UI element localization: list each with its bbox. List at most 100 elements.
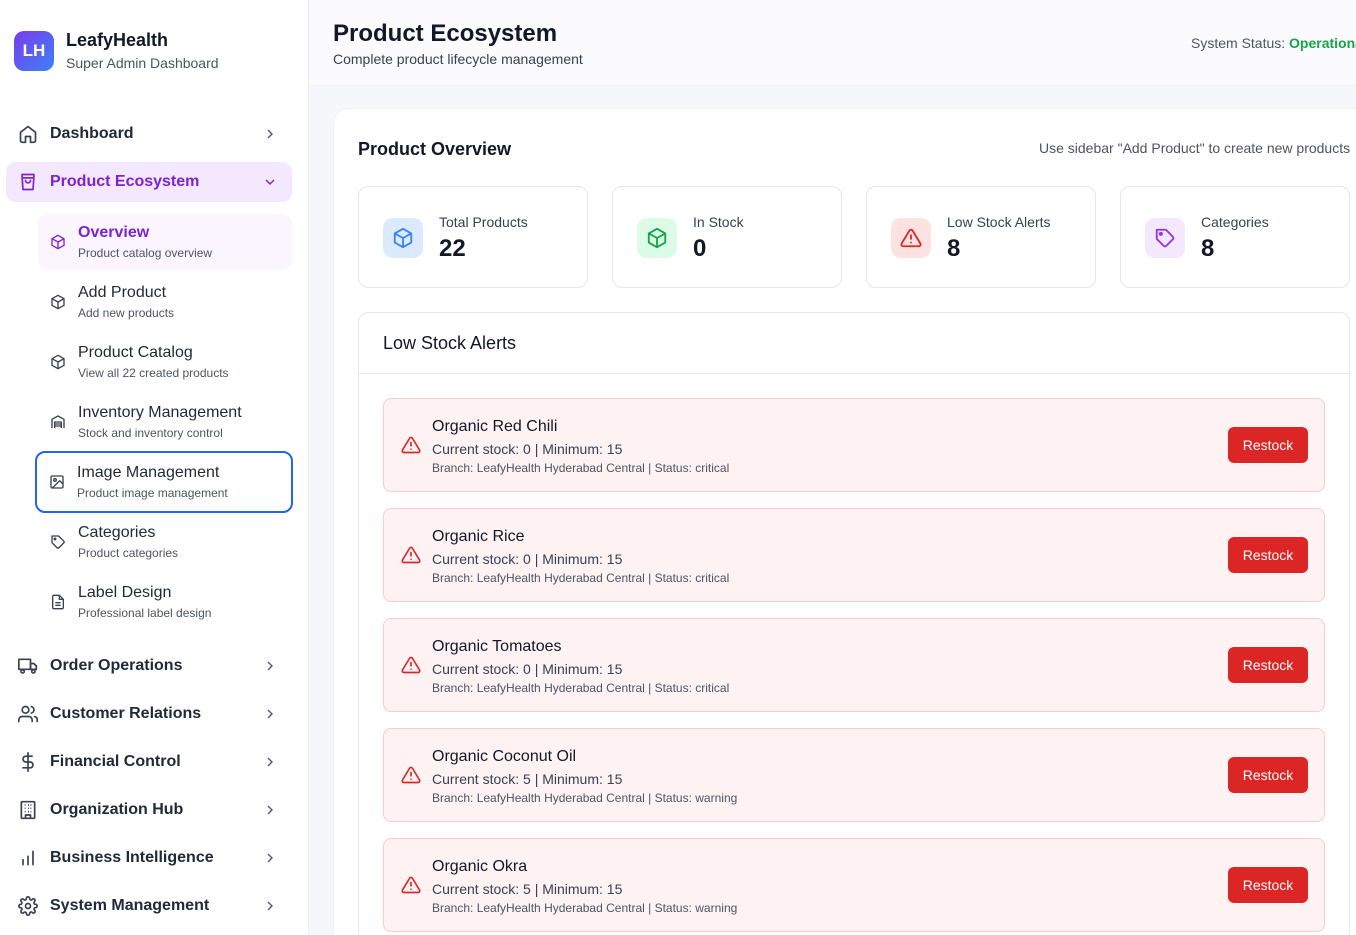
cube-icon <box>383 218 423 258</box>
brand-logo: LH <box>14 31 54 71</box>
alert-triangle-icon <box>401 435 421 455</box>
chevron-right-icon <box>262 898 278 914</box>
brand-subtitle: Super Admin Dashboard <box>66 55 219 71</box>
subitem-desc: Stock and inventory control <box>78 426 223 440</box>
alert-stock: Current stock: 5 | Minimum: 15 <box>432 881 623 897</box>
tag-icon <box>1145 218 1185 258</box>
subitem-label: Image Management <box>77 464 220 481</box>
alert-branch: Branch: LeafyHealth Hyderabad Central | … <box>432 461 730 475</box>
chevron-right-icon <box>262 126 278 142</box>
alert-triangle-icon <box>401 655 421 675</box>
alert-stock: Current stock: 5 | Minimum: 15 <box>432 771 623 787</box>
alert-branch: Branch: LeafyHealth Hyderabad Central | … <box>432 791 738 805</box>
sidebar-item-financial-control[interactable]: Financial Control <box>6 742 292 782</box>
subitem-label: Label Design <box>78 584 172 601</box>
sidebar-item-organization-hub[interactable]: Organization Hub <box>6 790 292 830</box>
brand[interactable]: LH LeafyHealth Super Admin Dashboard <box>14 29 219 73</box>
sidebar-item-label: Customer Relations <box>50 705 202 722</box>
alert-triangle-icon <box>401 765 421 785</box>
sidebar-item-order-operations[interactable]: Order Operations <box>6 646 292 686</box>
sidebar-subitem-product-catalog[interactable]: Product Catalog View all 22 created prod… <box>38 334 292 390</box>
sidebar-item-label: Business Intelligence <box>50 849 214 866</box>
shopping-bag-icon <box>18 172 38 192</box>
package-icon <box>50 234 66 250</box>
stat-label: Categories <box>1201 214 1269 230</box>
divider <box>359 373 1349 374</box>
stat-value: 0 <box>693 235 707 262</box>
stat-value: 22 <box>439 235 466 262</box>
alert-triangle-icon <box>401 545 421 565</box>
chevron-right-icon <box>262 658 278 674</box>
low-stock-title: Low Stock Alerts <box>383 333 517 353</box>
alert-item: Organic Okra Current stock: 5 | Minimum:… <box>383 838 1325 932</box>
sidebar-item-label: Financial Control <box>50 753 181 770</box>
restock-button[interactable]: Restock <box>1228 867 1308 903</box>
sidebar-subitem-label-design[interactable]: Label Design Professional label design <box>38 574 292 630</box>
sidebar-item-customer-relations[interactable]: Customer Relations <box>6 694 292 734</box>
subitem-label: Categories <box>78 524 156 541</box>
sidebar-item-business-intelligence[interactable]: Business Intelligence <box>6 838 292 878</box>
chevron-right-icon <box>262 850 278 866</box>
alert-product-name: Organic Red Chili <box>432 418 558 435</box>
alert-triangle-icon <box>401 875 421 895</box>
sidebar-item-label: Product Ecosystem <box>50 173 200 190</box>
tag-icon <box>50 534 66 550</box>
restock-button[interactable]: Restock <box>1228 757 1308 793</box>
warehouse-icon <box>50 414 66 430</box>
gear-icon <box>18 896 38 916</box>
sidebar-item-system-management[interactable]: System Management <box>6 886 292 926</box>
stat-card-low-stock-alerts: Low Stock Alerts 8 <box>866 186 1096 288</box>
package-icon <box>50 294 66 310</box>
sidebar-item-product-ecosystem[interactable]: Product Ecosystem <box>6 162 292 202</box>
alert-product-name: Organic Rice <box>432 528 525 545</box>
alert-stock: Current stock: 0 | Minimum: 15 <box>432 551 623 567</box>
subitem-desc: Add new products <box>78 306 175 320</box>
subitem-label: Inventory Management <box>78 404 242 421</box>
restock-button[interactable]: Restock <box>1228 427 1308 463</box>
stat-card-total-products: Total Products 22 <box>358 186 588 288</box>
subitem-label: Overview <box>78 224 150 241</box>
sidebar-subitem-inventory-management[interactable]: Inventory Management Stock and inventory… <box>38 394 292 450</box>
alert-product-name: Organic Okra <box>432 858 528 875</box>
sidebar-subitem-image-management[interactable]: Image Management Product image managemen… <box>35 451 293 513</box>
building-icon <box>18 800 38 820</box>
restock-button[interactable]: Restock <box>1228 537 1308 573</box>
sidebar-item-dashboard[interactable]: Dashboard <box>6 114 292 154</box>
sidebar-subitem-categories[interactable]: Categories Product categories <box>38 514 292 570</box>
stat-card-in-stock: In Stock 0 <box>612 186 842 288</box>
stat-label: Total Products <box>439 214 528 230</box>
stat-label: In Stock <box>693 214 744 230</box>
stat-value: 8 <box>947 235 961 262</box>
subitem-desc: Product categories <box>78 546 179 560</box>
system-status-value: Operational <box>1289 35 1356 51</box>
chevron-right-icon <box>262 754 278 770</box>
stat-card-categories: Categories 8 <box>1120 186 1350 288</box>
page-header: Product Ecosystem Complete product lifec… <box>310 0 1356 86</box>
subitem-label: Product Catalog <box>78 344 193 361</box>
image-icon <box>49 474 65 490</box>
restock-button[interactable]: Restock <box>1228 647 1308 683</box>
page-title: Product Ecosystem <box>333 20 558 47</box>
sidebar-subitem-add-product[interactable]: Add Product Add new products <box>38 274 292 330</box>
bar-chart-icon <box>18 848 38 868</box>
subitem-desc: View all 22 created products <box>78 366 229 380</box>
alert-item: Organic Tomatoes Current stock: 0 | Mini… <box>383 618 1325 712</box>
home-icon <box>18 124 38 144</box>
file-text-icon <box>50 594 66 610</box>
sidebar-item-label: Organization Hub <box>50 801 184 818</box>
alert-branch: Branch: LeafyHealth Hyderabad Central | … <box>432 901 738 915</box>
sidebar-item-label: Order Operations <box>50 657 183 674</box>
brand-name: LeafyHealth <box>66 30 169 50</box>
sidebar-subitem-overview[interactable]: Overview Product catalog overview <box>38 214 292 270</box>
page-subtitle: Complete product lifecycle management <box>333 51 583 67</box>
alert-branch: Branch: LeafyHealth Hyderabad Central | … <box>432 571 730 585</box>
stat-value: 8 <box>1201 235 1215 262</box>
system-status: System Status: Operational <box>1191 35 1356 51</box>
alert-branch: Branch: LeafyHealth Hyderabad Central | … <box>432 681 730 695</box>
system-status-label: System Status: <box>1191 35 1290 51</box>
subitem-desc: Professional label design <box>78 606 212 620</box>
chevron-down-icon <box>262 174 278 190</box>
alert-product-name: Organic Coconut Oil <box>432 748 577 765</box>
dollar-icon <box>18 752 38 772</box>
chevron-right-icon <box>262 706 278 722</box>
